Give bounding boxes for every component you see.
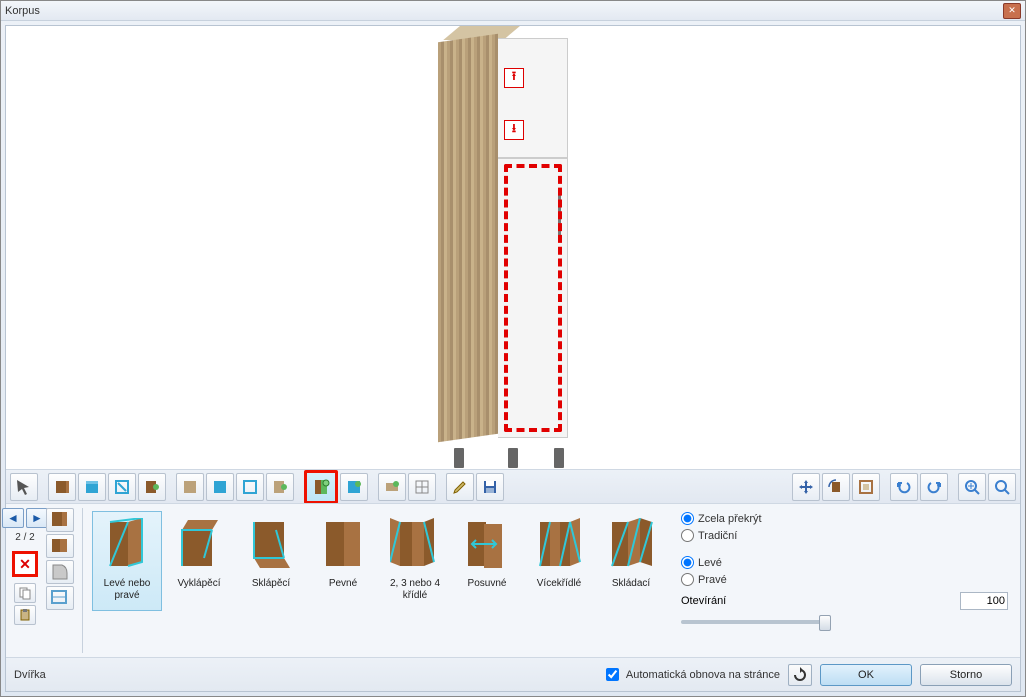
door-type-multi-wing[interactable]: 2, 3 nebo 4 křídlé [380, 511, 450, 611]
gallery-label: Levé nebo pravé [93, 578, 161, 601]
label-side-left: Levé [698, 557, 722, 569]
tool-panel-2-icon[interactable] [206, 473, 234, 501]
selection-outline [504, 164, 562, 432]
paste-icon[interactable] [14, 605, 36, 625]
cabinet-model: ⭱ ⭳ [438, 38, 588, 458]
cancel-button[interactable]: Storno [920, 664, 1012, 686]
thumb-cab-4[interactable] [46, 586, 74, 610]
label-overlay-trad: Tradiční [698, 530, 737, 542]
radio-side-left[interactable]: Levé [681, 556, 1008, 569]
move-down-icon[interactable]: ⭳ [504, 120, 524, 140]
label-side-right: Pravé [698, 574, 727, 586]
radio-side-right[interactable]: Pravé [681, 573, 1008, 586]
copy-icon[interactable] [14, 583, 36, 603]
thumb-cab-3[interactable] [46, 560, 74, 584]
tool-move-icon[interactable] [792, 473, 820, 501]
page-indicator: 2 / 2 [15, 530, 34, 545]
tool-drawer-2-icon[interactable] [408, 473, 436, 501]
status-text: Dvířka [14, 669, 46, 681]
door-type-multi-leaf[interactable]: Vícekřídlé [524, 511, 594, 611]
tool-view-icon[interactable] [852, 473, 880, 501]
door-type-folding[interactable]: Skládací [596, 511, 666, 611]
tool-cabinet-4-icon[interactable] [138, 473, 166, 501]
delete-button[interactable]: ✕ [12, 551, 38, 577]
gallery-label: Skládací [612, 578, 650, 590]
door-type-flip-down[interactable]: Sklápěcí [236, 511, 306, 611]
tool-arrow-icon[interactable] [10, 473, 38, 501]
label-overlay-full: Zcela překrýt [698, 513, 762, 525]
door-type-sliding[interactable]: Posuvné [452, 511, 522, 611]
thumb-cab-1[interactable] [46, 508, 74, 532]
tool-panel-3-icon[interactable] [236, 473, 264, 501]
gallery-label: Sklápěcí [252, 578, 290, 590]
main-toolbar [6, 469, 1020, 503]
gallery-label: 2, 3 nebo 4 křídlé [381, 578, 449, 601]
preview-3d[interactable]: ⭱ ⭳ [6, 26, 1020, 469]
gallery-label: Vícekřídlé [537, 578, 581, 590]
tool-save-icon[interactable] [476, 473, 504, 501]
undo-icon[interactable] [890, 473, 918, 501]
tool-door-alt-icon[interactable] [340, 473, 368, 501]
close-icon[interactable]: ✕ [1003, 3, 1021, 19]
gallery-label: Pevné [329, 578, 357, 590]
dialog-window: Korpus ✕ ⭱ ⭳ [0, 0, 1026, 697]
opening-label: Otevírání [681, 595, 954, 607]
thumb-cab-2[interactable] [46, 534, 74, 558]
opening-input[interactable] [960, 592, 1008, 610]
tool-cabinet-2-icon[interactable] [78, 473, 106, 501]
move-up-icon[interactable]: ⭱ [504, 68, 524, 88]
tool-cabinet-3-icon[interactable] [108, 473, 136, 501]
tool-drawer-1-icon[interactable] [378, 473, 406, 501]
radio-overlay-full[interactable]: Zcela překrýt [681, 512, 1008, 525]
tool-rotate-icon[interactable] [822, 473, 850, 501]
titlebar: Korpus ✕ [1, 1, 1025, 21]
redo-icon[interactable] [920, 473, 948, 501]
lower-panel: ◄ ► 2 / 2 ✕ Levé nebo [6, 503, 1020, 657]
auto-refresh-label: Automatická obnova na stránce [626, 669, 780, 681]
tool-door-icon[interactable] [304, 470, 338, 504]
radio-overlay-trad[interactable]: Tradiční [681, 529, 1008, 542]
tool-cabinet-1-icon[interactable] [48, 473, 76, 501]
auto-refresh-checkbox[interactable]: Automatická obnova na stránce [602, 665, 780, 684]
opening-slider[interactable] [681, 620, 831, 624]
window-title: Korpus [5, 5, 1003, 17]
thumb-column [44, 508, 76, 653]
gallery-label: Vyklápěcí [178, 578, 221, 590]
ok-button[interactable]: OK [820, 664, 912, 686]
tool-panel-1-icon[interactable] [176, 473, 204, 501]
nav-column: ◄ ► 2 / 2 ✕ [10, 508, 40, 653]
content: ⭱ ⭳ [5, 25, 1021, 692]
zoom-fit-icon[interactable] [958, 473, 986, 501]
zoom-icon[interactable] [988, 473, 1016, 501]
refresh-button[interactable] [788, 664, 812, 686]
footer: Dvířka Automatická obnova na stránce OK … [6, 657, 1020, 691]
prev-page-button[interactable]: ◄ [2, 508, 24, 528]
gallery-label: Posuvné [468, 578, 507, 590]
door-type-flip-up[interactable]: Vyklápěcí [164, 511, 234, 611]
tool-panel-4-icon[interactable] [266, 473, 294, 501]
door-type-gallery: Levé nebo pravé Vyklápěcí Sklápěcí Pevné… [89, 508, 669, 653]
door-type-left-right[interactable]: Levé nebo pravé [92, 511, 162, 611]
options-panel: Zcela překrýt Tradiční Levé Pravé Otevír… [673, 508, 1016, 653]
door-type-fixed[interactable]: Pevné [308, 511, 378, 611]
tool-edit-icon[interactable] [446, 473, 474, 501]
